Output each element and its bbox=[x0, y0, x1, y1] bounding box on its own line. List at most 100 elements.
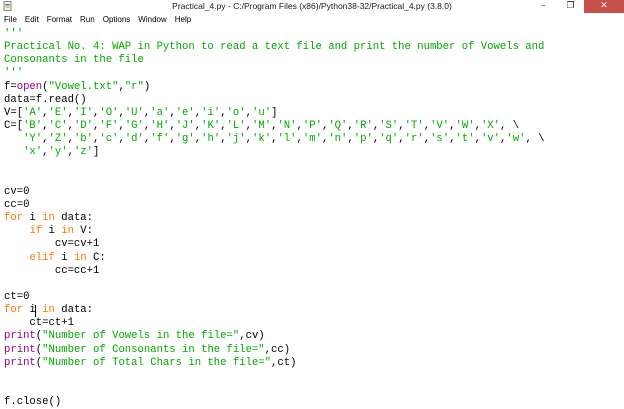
code-token: "Vowel.txt" bbox=[48, 80, 119, 93]
code-token: "Number of Consonants in the file=" bbox=[42, 343, 265, 356]
code-token: 'w' bbox=[506, 133, 526, 146]
code-line: Practical No. 4: WAP in Python to read a… bbox=[4, 41, 544, 54]
code-token: cc=cc+1 bbox=[4, 264, 100, 277]
code-token: Practical No. 4: WAP in Python to read a… bbox=[4, 41, 545, 54]
code-editor[interactable]: ''' Practical No. 4: WAP in Python to rea… bbox=[0, 26, 624, 408]
code-line: ''' bbox=[4, 67, 23, 80]
code-token: print bbox=[4, 330, 36, 343]
code-line: C=['B','C','D','F','G','H','J','K','L','… bbox=[4, 120, 519, 133]
code-token: for bbox=[4, 212, 24, 225]
code-token: ) bbox=[143, 80, 151, 93]
code-token: 'm' bbox=[302, 133, 322, 146]
code-token: ''' bbox=[4, 28, 24, 40]
code-token: 'I' bbox=[73, 106, 94, 119]
code-line: print("Number of Vowels in the file=",cv… bbox=[4, 330, 265, 343]
code-token: 'b' bbox=[73, 133, 94, 146]
code-token: f.close() bbox=[4, 396, 62, 409]
code-token: 'Q' bbox=[328, 120, 348, 133]
code-line: 'x','y','z'] bbox=[4, 146, 99, 159]
code-line: ct=ct+1 bbox=[4, 317, 74, 330]
menu-run[interactable]: Run bbox=[76, 13, 99, 26]
code-token: 'V' bbox=[430, 120, 450, 133]
code-token: if bbox=[29, 225, 43, 238]
code-line: print("Number of Consonants in the file=… bbox=[4, 344, 290, 357]
code-token: ,ct) bbox=[271, 356, 297, 369]
code-line: cv=0 bbox=[4, 186, 29, 199]
code-token: 'B' bbox=[23, 120, 43, 133]
code-token: ,cv) bbox=[239, 330, 265, 343]
code-token: 'E' bbox=[48, 106, 68, 119]
code-token: 'j' bbox=[226, 133, 246, 146]
code-line: for i in data: bbox=[4, 212, 93, 225]
code-line: cc=cc+1 bbox=[4, 264, 100, 278]
code-token: 'Y' bbox=[23, 133, 43, 146]
minimize-button[interactable]: – bbox=[530, 0, 557, 13]
code-token: 'N' bbox=[277, 120, 297, 133]
menu-edit[interactable]: Edit bbox=[21, 13, 43, 26]
code-token: C=[ bbox=[4, 120, 24, 133]
code-token: ct=ct+1 bbox=[4, 317, 74, 330]
code-token: 'r' bbox=[404, 133, 424, 146]
code-line: elif i in C: bbox=[4, 251, 105, 265]
code-token: 'A' bbox=[23, 106, 43, 119]
code-token: 'R' bbox=[353, 120, 373, 133]
code-line: for i in data: bbox=[4, 304, 93, 317]
code-token: 'X' bbox=[480, 120, 501, 133]
code-token: 'K' bbox=[201, 120, 221, 133]
code-token: 'T' bbox=[404, 120, 424, 133]
menu-help[interactable]: Help bbox=[171, 13, 195, 26]
code-token: 'd' bbox=[124, 133, 144, 146]
menu-options[interactable]: Options bbox=[99, 13, 135, 26]
code-token: in bbox=[73, 251, 87, 264]
code-token: 'y' bbox=[48, 146, 68, 159]
code-line: Consonants in the file bbox=[4, 54, 144, 67]
code-token: data: bbox=[54, 212, 94, 225]
code-token: 'H' bbox=[150, 120, 170, 133]
code-line: cc=0 bbox=[4, 199, 29, 212]
code-line: f.close() bbox=[4, 396, 61, 409]
code-token: 'k' bbox=[252, 133, 272, 146]
code-token: 'L' bbox=[226, 120, 246, 133]
menu-window[interactable]: Window bbox=[134, 13, 170, 26]
code-token: ct=0 bbox=[4, 291, 30, 303]
code-token: "Number of Vowels in the file=" bbox=[42, 330, 240, 343]
code-token: 'f' bbox=[150, 133, 170, 146]
code-token: "Number of Total Chars in the file=" bbox=[42, 356, 272, 369]
code-token: 'g' bbox=[175, 133, 195, 146]
code-token: open bbox=[16, 80, 43, 93]
menu-file[interactable]: File bbox=[0, 13, 21, 26]
text-cursor bbox=[34, 304, 36, 317]
close-button[interactable]: ✕ bbox=[584, 0, 624, 13]
code-line: V=['A','E','I','O','U','a','e','i','o','… bbox=[4, 107, 277, 120]
code-token: 'Z' bbox=[48, 133, 68, 146]
menu-format[interactable]: Format bbox=[43, 13, 76, 26]
code-token: ''' bbox=[4, 67, 24, 80]
code-token: V: bbox=[73, 225, 94, 238]
code-line: if i in V: bbox=[4, 225, 93, 238]
title-bar[interactable]: Practical_4.py - C:/Program Files (x86)/… bbox=[0, 0, 624, 13]
code-token: in bbox=[42, 212, 55, 225]
code-token: in bbox=[42, 304, 55, 317]
code-token: 'F' bbox=[99, 120, 119, 133]
menu-bar: File Edit Format Run Options Window Help bbox=[0, 13, 624, 26]
code-token: i bbox=[23, 212, 43, 225]
maximize-button[interactable]: ❐ bbox=[557, 0, 584, 13]
code-token: 'a' bbox=[150, 106, 170, 119]
code-token: 'p' bbox=[353, 133, 373, 146]
code-token: 'e' bbox=[175, 106, 195, 119]
code-token: 'h' bbox=[201, 133, 221, 146]
code-token: cv=0 bbox=[4, 185, 30, 198]
code-token: 'W' bbox=[455, 120, 475, 133]
code-token: print bbox=[4, 343, 36, 356]
code-token: 'v' bbox=[480, 133, 501, 146]
code-token: 'O' bbox=[99, 106, 119, 119]
code-token: cv=cv+1 bbox=[4, 238, 100, 251]
code-line: print("Number of Total Chars in the file… bbox=[4, 357, 296, 370]
code-token: 'G' bbox=[124, 120, 144, 133]
code-token: , \ bbox=[525, 133, 545, 146]
code-token: 'S' bbox=[379, 120, 399, 133]
